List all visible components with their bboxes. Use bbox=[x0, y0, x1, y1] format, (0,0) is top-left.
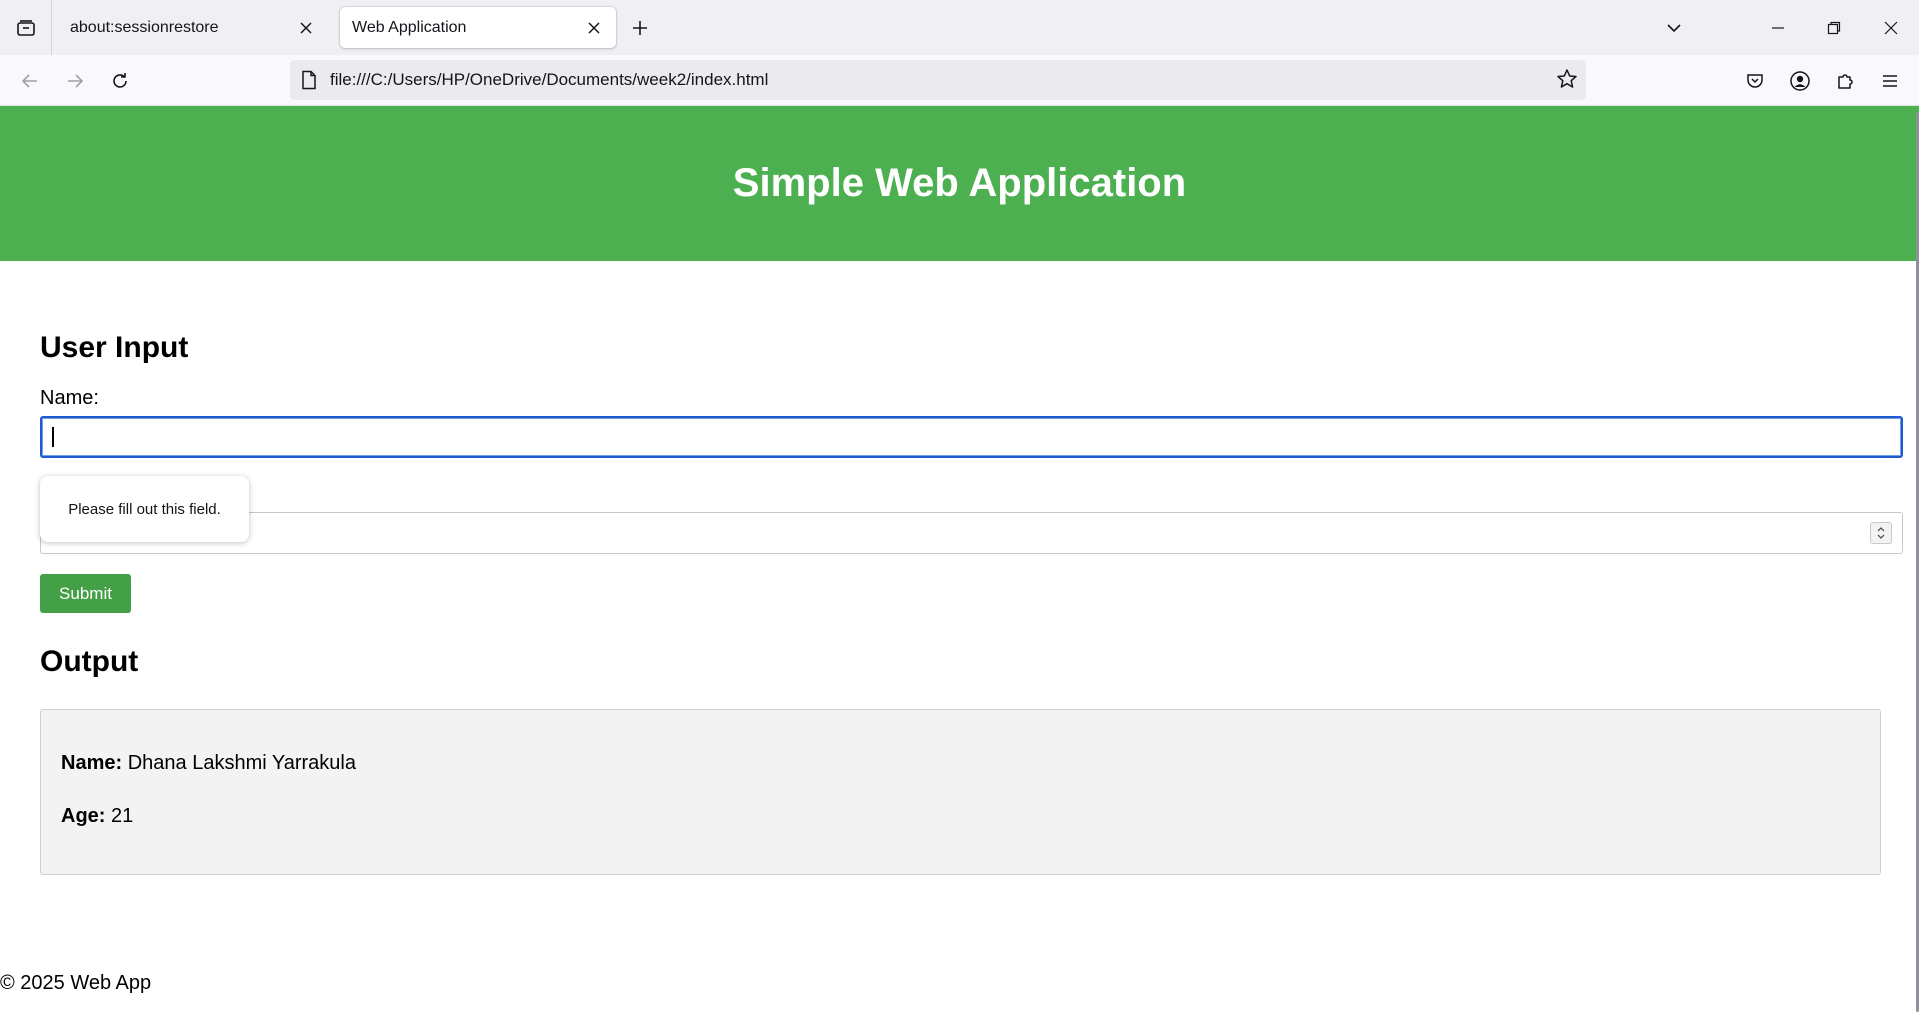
address-bar[interactable]: file:///C:/Users/HP/OneDrive/Documents/w… bbox=[290, 60, 1586, 100]
minimize-button[interactable] bbox=[1750, 0, 1806, 55]
page-footer: © 2025 Web App bbox=[0, 972, 152, 994]
puzzle-icon bbox=[1838, 74, 1853, 89]
url-text[interactable]: file:///C:/Users/HP/OneDrive/Documents/w… bbox=[330, 70, 768, 90]
restore-button[interactable] bbox=[1806, 0, 1862, 55]
bookmark-star-icon[interactable] bbox=[1556, 68, 1578, 90]
account-button[interactable] bbox=[1783, 64, 1817, 98]
tab-bar: about:sessionrestore Web Application bbox=[0, 0, 1919, 55]
arrow-right-icon bbox=[68, 74, 84, 88]
number-spinner[interactable] bbox=[1870, 522, 1892, 544]
close-tab-icon[interactable] bbox=[584, 18, 604, 38]
menu-button[interactable] bbox=[1873, 64, 1907, 98]
back-button[interactable] bbox=[13, 64, 47, 98]
pocket-icon bbox=[1747, 74, 1763, 88]
reload-button[interactable] bbox=[103, 64, 137, 98]
submit-button[interactable]: Submit bbox=[40, 574, 131, 613]
scrollbar[interactable] bbox=[1915, 106, 1919, 1012]
output-name-line: Name: Dhana Lakshmi Yarrakula bbox=[61, 752, 1860, 775]
pocket-button[interactable] bbox=[1738, 64, 1772, 98]
chevron-down-icon bbox=[1667, 23, 1681, 32]
spin-arrows-icon bbox=[1877, 527, 1885, 539]
tab-folder-icon bbox=[16, 19, 35, 36]
age-input[interactable]: 22 bbox=[40, 512, 1903, 554]
minimize-icon bbox=[1772, 26, 1784, 29]
output-age-line: Age: 21 bbox=[61, 805, 1860, 828]
hamburger-menu-icon bbox=[1883, 75, 1897, 87]
extensions-button[interactable] bbox=[1828, 64, 1862, 98]
firefox-view-button[interactable] bbox=[0, 0, 52, 55]
page-icon bbox=[300, 70, 318, 90]
tab-sessionrestore[interactable]: about:sessionrestore bbox=[58, 7, 328, 48]
new-tab-button[interactable] bbox=[626, 14, 654, 42]
close-tab-icon[interactable] bbox=[296, 18, 316, 38]
input-section-title: User Input bbox=[40, 331, 189, 364]
list-all-tabs-button[interactable] bbox=[1646, 0, 1702, 55]
page-viewport: Simple Web Application User Input Name: … bbox=[0, 106, 1919, 1012]
output-name-value: Dhana Lakshmi Yarrakula bbox=[127, 752, 356, 774]
output-age-value: 21 bbox=[111, 805, 134, 827]
text-caret bbox=[52, 427, 54, 447]
forward-button[interactable] bbox=[58, 64, 92, 98]
navigation-toolbar: file:///C:/Users/HP/OneDrive/Documents/w… bbox=[0, 55, 1919, 106]
name-label: Name: bbox=[40, 387, 99, 409]
arrow-left-icon bbox=[21, 74, 37, 88]
tab-title: about:sessionrestore bbox=[70, 18, 219, 36]
name-input[interactable] bbox=[40, 416, 1903, 458]
restore-icon bbox=[1827, 21, 1841, 34]
close-icon bbox=[1884, 21, 1898, 34]
output-name-label: Name: bbox=[61, 752, 123, 774]
output-section-title: Output bbox=[40, 645, 139, 678]
output-box: Name: Dhana Lakshmi Yarrakula Age: 21 bbox=[40, 709, 1881, 875]
reload-icon bbox=[113, 73, 127, 88]
main-content: User Input Name: 22 Submit Output Name: … bbox=[0, 331, 1919, 875]
tab-web-application[interactable]: Web Application bbox=[340, 7, 616, 48]
validation-tooltip: Please fill out this field. bbox=[40, 476, 249, 542]
close-window-button[interactable] bbox=[1863, 0, 1919, 55]
account-icon bbox=[1790, 71, 1810, 91]
tab-title: Web Application bbox=[352, 18, 467, 36]
output-age-label: Age: bbox=[61, 805, 106, 827]
plus-icon bbox=[633, 21, 647, 35]
app-header: Simple Web Application bbox=[0, 106, 1919, 261]
page-title: Simple Web Application bbox=[732, 161, 1187, 205]
